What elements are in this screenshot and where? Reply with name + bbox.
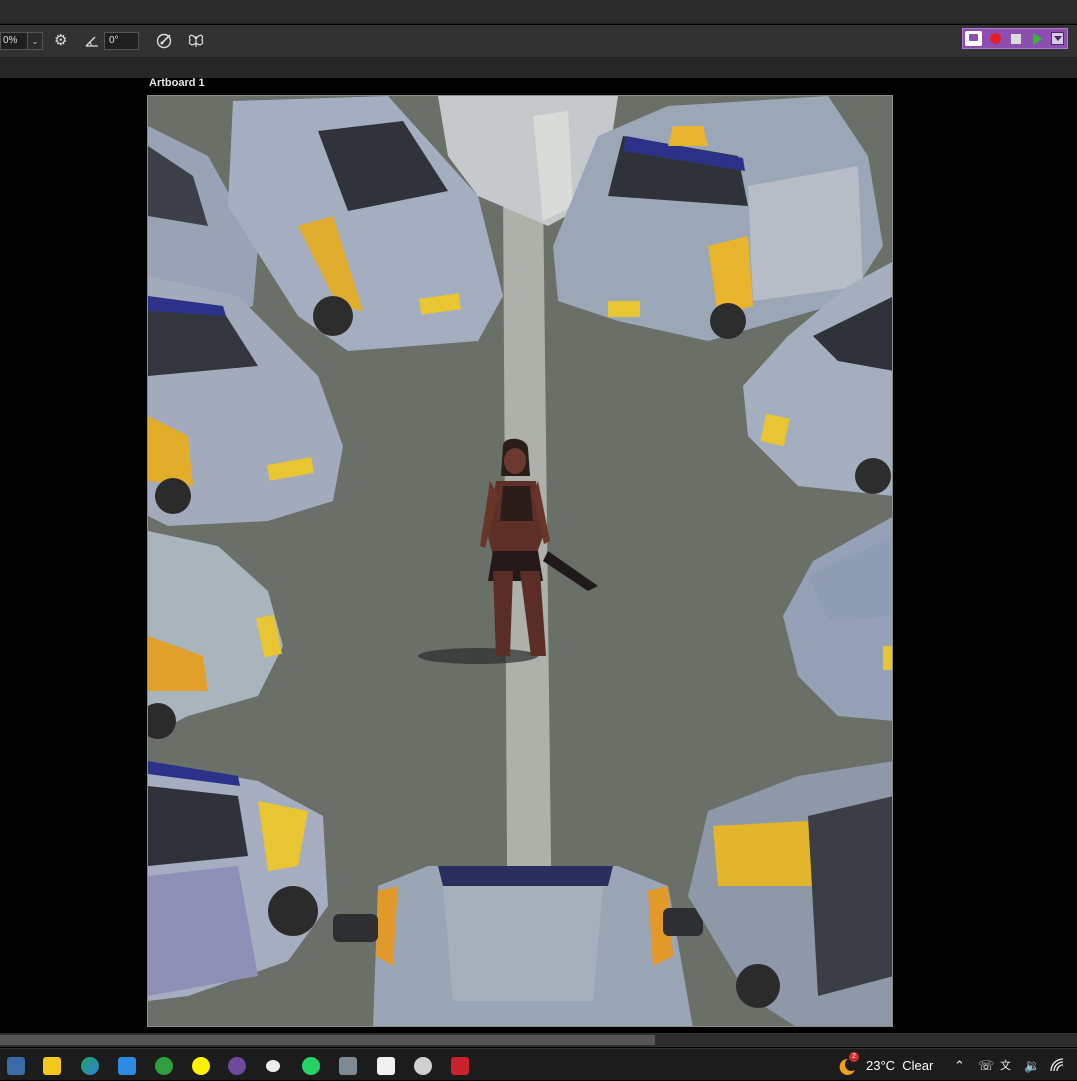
media-player-icon[interactable] bbox=[228, 1057, 246, 1075]
play-button[interactable] bbox=[1033, 33, 1042, 45]
angle-icon bbox=[84, 33, 100, 49]
network-icon[interactable] bbox=[1050, 1058, 1066, 1076]
document-tab-strip bbox=[0, 58, 1077, 78]
butterfly-symmetry-icon[interactable] bbox=[186, 31, 206, 51]
app-check-icon[interactable] bbox=[414, 1057, 432, 1075]
whatsapp-icon[interactable] bbox=[302, 1057, 320, 1075]
chat-icon[interactable] bbox=[266, 1060, 280, 1072]
windows-taskbar: 2 23°C Clear ⌃ ☏ 文 🔉 bbox=[0, 1048, 1077, 1080]
app-blue-icon[interactable] bbox=[118, 1057, 136, 1075]
smoothing-icon[interactable] bbox=[154, 31, 174, 51]
weather-badge: 2 bbox=[849, 1052, 859, 1062]
painting-illustration bbox=[148, 96, 892, 1026]
horizontal-scrollbar[interactable] bbox=[0, 1033, 1077, 1047]
stop-button[interactable] bbox=[1011, 34, 1021, 44]
desktop-app-icon[interactable] bbox=[7, 1057, 25, 1075]
photo-editor-icon[interactable] bbox=[339, 1057, 357, 1075]
recorder-menu-button[interactable] bbox=[1051, 32, 1064, 45]
artboard-canvas[interactable] bbox=[147, 95, 893, 1027]
car-bottom-center bbox=[333, 866, 703, 1026]
volume-icon[interactable]: 🔉 bbox=[1024, 1058, 1040, 1074]
adobe-app-icon[interactable] bbox=[451, 1057, 469, 1075]
edge-icon[interactable] bbox=[81, 1057, 99, 1075]
weather-condition: Clear bbox=[902, 1058, 934, 1073]
show-hidden-icons-chevron-icon[interactable]: ⌃ bbox=[954, 1058, 965, 1074]
app-green-icon[interactable] bbox=[155, 1057, 173, 1075]
scrollbar-thumb[interactable] bbox=[0, 1035, 655, 1045]
weather-widget[interactable]: 23°C Clear bbox=[866, 1058, 933, 1073]
sticky-notes-icon[interactable] bbox=[43, 1057, 61, 1075]
angle-input[interactable]: 0° bbox=[104, 32, 139, 50]
record-button[interactable] bbox=[990, 33, 1001, 44]
artboard-title: Artboard 1 bbox=[149, 77, 205, 89]
app-title-bar bbox=[0, 0, 1077, 24]
gear-icon[interactable]: ⚙ bbox=[54, 33, 70, 49]
meet-now-icon[interactable]: ☏ bbox=[978, 1058, 994, 1074]
zoom-dropdown-button[interactable]: ⌄ bbox=[28, 32, 43, 50]
screen-recorder-panel bbox=[962, 28, 1068, 49]
weather-temperature: 23°C bbox=[866, 1058, 896, 1073]
capcut-icon[interactable] bbox=[377, 1057, 395, 1075]
screen-camera-icon[interactable] bbox=[965, 31, 982, 46]
language-indicator-icon[interactable]: 文 bbox=[1000, 1058, 1011, 1074]
zoom-input[interactable]: 0% bbox=[0, 32, 28, 50]
snapchat-icon[interactable] bbox=[192, 1057, 210, 1075]
